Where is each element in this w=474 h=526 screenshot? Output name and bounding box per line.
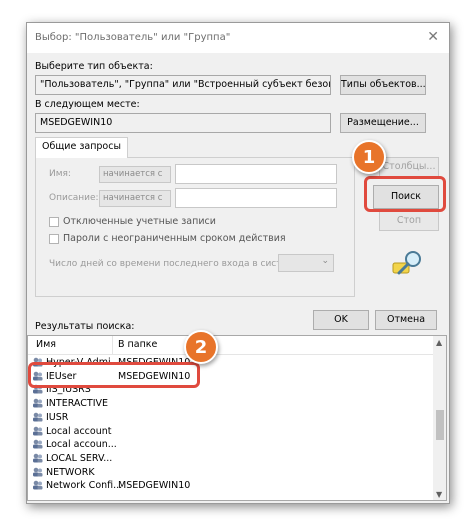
chevron-down-icon: ⌄ — [321, 256, 329, 266]
results-header: Имя В папке — [28, 336, 434, 355]
location-field: MSEDGEWIN10 — [35, 113, 331, 133]
nonexpiring-passwords-label: Пароли с неограниченным сроком действия — [63, 233, 286, 244]
column-divider — [112, 336, 113, 354]
step-badge-2: 2 — [184, 330, 218, 364]
vertical-scrollbar[interactable]: ▲ ▼ — [433, 336, 446, 500]
row-name: INTERACTIVE — [46, 398, 109, 410]
search-results-list: Имя В папке Hyper-V Admi... MSEDGEWIN10 IE… — [27, 335, 447, 501]
search-button-highlight — [364, 176, 446, 212]
cancel-button[interactable]: Отмена — [375, 310, 437, 330]
user-group-icon — [32, 426, 43, 436]
row-name: Local account — [46, 425, 112, 437]
disabled-accounts-checkbox[interactable] — [49, 217, 59, 227]
object-types-button[interactable]: Типы объектов... — [340, 75, 426, 95]
name-input[interactable] — [175, 164, 337, 184]
row-folder: MSEDGEWIN10 — [118, 480, 191, 492]
row-name: Network Confi... — [46, 480, 123, 492]
table-row[interactable]: Local accoun... — [28, 438, 432, 452]
disabled-accounts-label: Отключенные учетные записи — [63, 216, 216, 227]
name-criteria-dropdown[interactable]: начинается с — [99, 166, 171, 183]
object-type-label: Выберите тип объекта: — [35, 61, 153, 72]
table-row[interactable]: IUSR — [28, 411, 432, 425]
location-label: В следующем месте: — [35, 99, 140, 110]
search-results-label: Результаты поиска: — [35, 321, 135, 332]
step-badge-1: 1 — [352, 140, 386, 174]
row-name: LOCAL SERV... — [46, 452, 113, 464]
select-users-dialog: Выбор: "Пользователь" или "Группа" ✕ Выб… — [26, 22, 450, 504]
nonexpiring-passwords-checkbox[interactable] — [49, 234, 59, 244]
table-row[interactable]: LOCAL SERV... — [28, 452, 432, 466]
column-header-folder[interactable]: В папке — [118, 339, 157, 350]
user-group-icon — [32, 412, 43, 422]
table-row[interactable]: INTERACTIVE — [28, 397, 432, 411]
locations-button[interactable]: Размещение... — [340, 113, 426, 133]
row-name: IUSR — [46, 411, 69, 423]
user-group-icon — [32, 453, 43, 463]
scrollbar-thumb[interactable] — [436, 410, 444, 440]
dialog-title: Выбор: "Пользователь" или "Группа" — [35, 32, 231, 43]
name-label: Имя: — [49, 169, 71, 179]
title-bar: Выбор: "Пользователь" или "Группа" ✕ — [27, 23, 449, 53]
columns-button[interactable]: Столбцы... — [379, 157, 439, 177]
scroll-down-icon[interactable]: ▼ — [436, 490, 442, 499]
user-group-icon — [32, 398, 43, 408]
scroll-up-icon[interactable]: ▲ — [436, 338, 442, 347]
row-name: NETWORK — [46, 466, 95, 478]
days-since-logon-label: Число дней со времени последнего входа в… — [49, 259, 303, 269]
row-name: Local accoun... — [46, 439, 117, 451]
description-label: Описание: — [49, 193, 99, 203]
tab-common-queries[interactable]: Общие запросы — [35, 137, 128, 158]
user-group-icon — [32, 439, 43, 449]
user-group-icon — [32, 480, 43, 490]
table-row[interactable]: Local account — [28, 425, 432, 439]
close-icon[interactable]: ✕ — [427, 29, 439, 45]
table-row[interactable]: NETWORK — [28, 466, 432, 480]
table-row[interactable]: Network Confi... MSEDGEWIN10 — [28, 479, 432, 493]
description-criteria-dropdown[interactable]: начинается с — [99, 190, 171, 207]
column-header-name[interactable]: Имя — [36, 339, 56, 350]
ieuser-row-highlight — [28, 362, 200, 388]
user-group-icon — [32, 467, 43, 477]
days-since-logon-dropdown[interactable]: ⌄ — [278, 254, 334, 272]
object-type-field: "Пользователь", "Группа" или "Встроенный… — [35, 75, 331, 95]
ok-button[interactable]: OK — [313, 310, 369, 330]
stop-button[interactable]: Стоп — [379, 211, 439, 231]
search-people-icon — [389, 249, 429, 277]
description-input[interactable] — [175, 188, 337, 208]
